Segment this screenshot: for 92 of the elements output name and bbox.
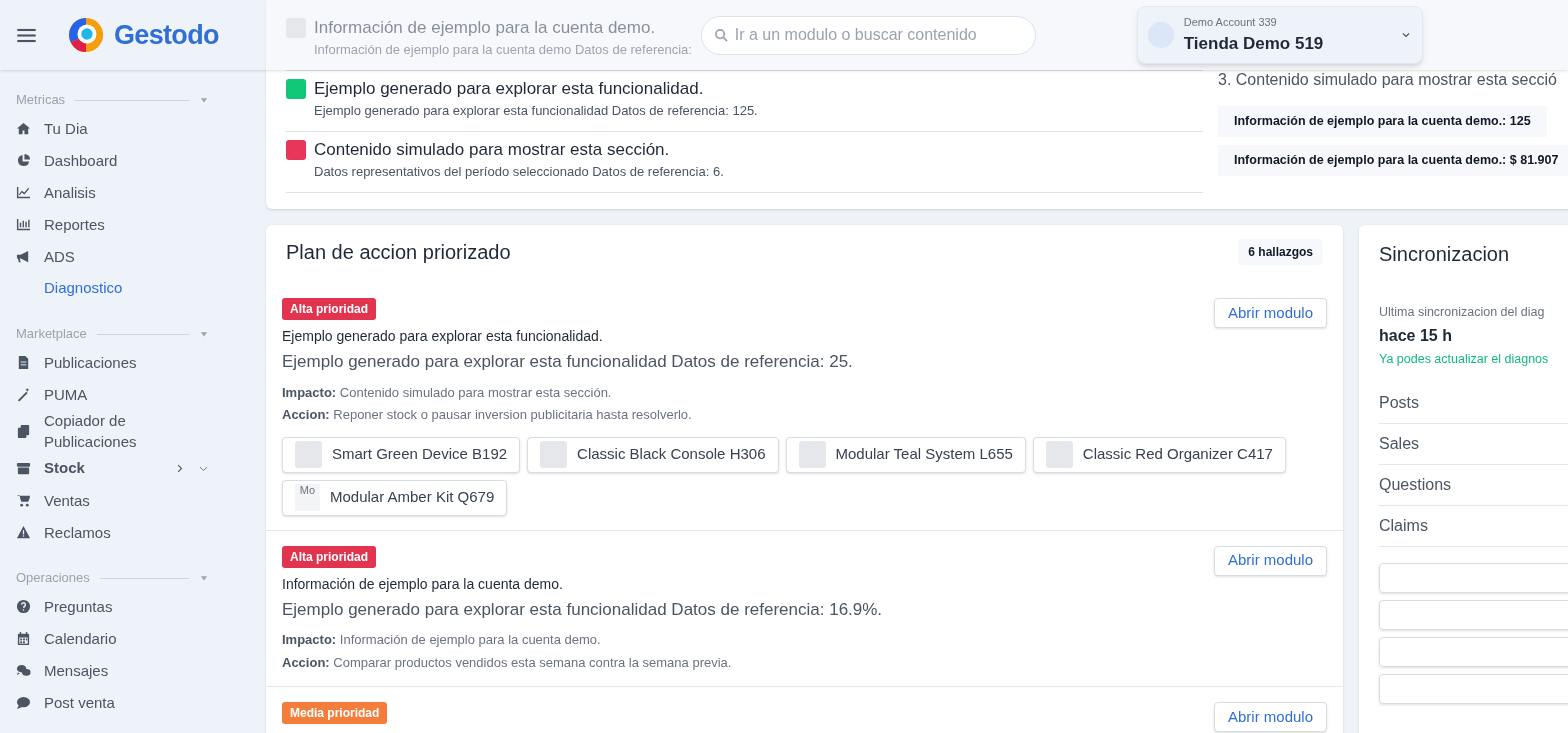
caret-down-icon [199,573,209,583]
stat-pill: Información de ejemplo para la cuenta demo.: $ 81.907 [1218,144,1568,176]
sync-row: Claims [1379,505,1568,547]
home-icon [16,120,31,136]
action-text: Accion: Comparar productos vendidos esta semana contra la semana previa. [282,653,733,672]
blank-button[interactable] [1379,562,1568,593]
sidebar-item[interactable]: Tu Dia [16,112,209,144]
action-text: Accion: Reponer stock o pausar inversion publicitaria hasta resolverlo. [282,406,693,424]
photo-placeholder [798,441,826,468]
speech-bubble-icon [16,694,31,710]
sidebar-item[interactable]: Copiador de Publicaciones [16,410,209,452]
logo-icon [67,16,105,54]
caret-down-icon [199,329,209,339]
copy-icon [16,423,31,439]
sidebar-item[interactable]: Post venta [16,686,209,718]
row-title: Ejemplo generado para explorar esta funcionalidad. [314,78,705,100]
finding-title: Información de ejemplo para la cuenta demo. [282,574,564,594]
card-title: Plan de accion priorizado [286,240,511,265]
open-module-button[interactable]: Abrir modulo [1213,545,1327,576]
row-detail: Ejemplo generado para explorar esta funcionalidad Datos de referencia: 125. [314,102,758,120]
bar-chart-icon [16,216,31,232]
search-field[interactable]: Ir a un modulo o buscar contenido [700,15,1036,55]
blank-button[interactable] [1379,673,1568,704]
sidebar-item[interactable]: Mensajes [16,654,209,686]
open-module-button[interactable]: Abrir modulo [1213,298,1327,328]
row-detail: Datos representativos del período seleccionado Datos de referencia: 6. [314,163,724,181]
sidebar-item[interactable]: Ventas [16,484,209,516]
sync-label: Ultima sincronizacion del diag [1379,304,1546,321]
cart-icon [16,492,31,508]
photo-placeholder [1045,441,1073,468]
priority-badge: Alta prioridad [282,545,376,568]
product-chip[interactable]: Classic Red Organizer C417 [1032,436,1286,473]
line-chart-icon [16,184,31,200]
warning-icon [16,524,31,540]
sync-row: Sales [1379,423,1568,465]
sidebar-item-label[interactable]: Stock [44,456,161,480]
section-heading: Metricas [16,91,66,110]
broken-image: Mo [295,484,320,511]
sidebar-item[interactable]: PUMA [16,378,209,410]
finding-detail: Ejemplo generado para explorar esta funcionalidad Datos de referencia: 16.9%. [282,598,884,621]
app-logo-text: Gestodo [114,18,219,52]
section-heading: Operaciones [16,569,90,588]
priority-badge: Alta prioridad [282,298,376,320]
sidebar-item[interactable]: Publicaciones [16,346,209,378]
question-icon [16,598,31,614]
sync-time: hace 15 h [1379,325,1453,346]
impact-text: Impacto: Contenido simulado para mostrar esta sección. [282,383,613,402]
store-name: Tienda Demo 519 [1183,32,1325,55]
stat-pill: Información de ejemplo para la cuenta demo.: 125 [1218,106,1547,137]
megaphone-icon [16,248,31,264]
chat-icon [16,662,31,678]
box-icon [16,460,31,476]
finding-title: Ejemplo generado para explorar esta funcionalidad. [282,327,604,346]
photo-placeholder [540,441,568,468]
account-selector[interactable]: Demo Account 339 Tienda Demo 519 [1136,6,1423,64]
product-chip[interactable]: Mo Modular Amber Kit Q679 [282,479,508,516]
row-title: Contenido simulado para mostrar esta sección. [314,139,671,161]
document-icon [16,354,31,370]
pie-chart-icon [16,152,31,168]
row-title: Información de ejemplo para la cuenta demo. [314,17,657,39]
blank-button[interactable] [1379,636,1568,667]
section-heading: Marketplace [16,325,87,344]
sidebar-item[interactable]: Reportes [16,208,209,240]
calendar-icon [16,630,31,646]
sidebar-item[interactable]: Preguntas [16,590,209,622]
product-chip[interactable]: Modular Teal System L655 [785,436,1026,473]
product-chip[interactable]: Classic Black Console H306 [527,436,779,473]
count-badge: 6 hallazgos [1238,239,1323,265]
sync-hint: Ya podes actualizar el diagnos [1379,350,1550,368]
sidebar-item[interactable]: Reclamos [16,516,209,548]
sidebar-item[interactable]: Dashboard [16,144,209,176]
sidebar-item[interactable]: Diagnostico [16,272,209,304]
search-input[interactable]: Ir a un modulo o buscar contenido [734,23,1023,47]
step-text: 3. Contenido simulado para mostrar esta secció [1218,70,1558,90]
account-label: Demo Account 339 [1183,15,1278,30]
search-icon [713,27,729,43]
priority-badge: Media prioridad [282,702,388,724]
open-module-button[interactable]: Abrir modulo [1213,702,1327,732]
magic-wand-icon [16,386,31,402]
sidebar-item[interactable]: ADS [16,240,209,272]
impact-text: Impacto: Información de ejemplo para la cuenta demo. [282,631,602,649]
sync-row: Questions [1379,464,1568,506]
card-title: Sincronizacion [1379,242,1511,267]
blank-button[interactable] [1379,599,1568,630]
sidebar-item[interactable]: Calendario [16,622,209,654]
sync-row: Posts [1379,382,1568,424]
product-chip[interactable]: Smart Green Device B192 [282,436,521,473]
finding-detail: Ejemplo generado para explorar esta funcionalidad Datos de referencia: 25. [282,351,854,373]
sidebar-item[interactable]: Analisis [16,176,209,208]
photo-placeholder [295,441,322,468]
caret-down-icon [199,95,209,105]
row-detail: Información de ejemplo para la cuenta demo Datos de referencia: [314,41,692,59]
